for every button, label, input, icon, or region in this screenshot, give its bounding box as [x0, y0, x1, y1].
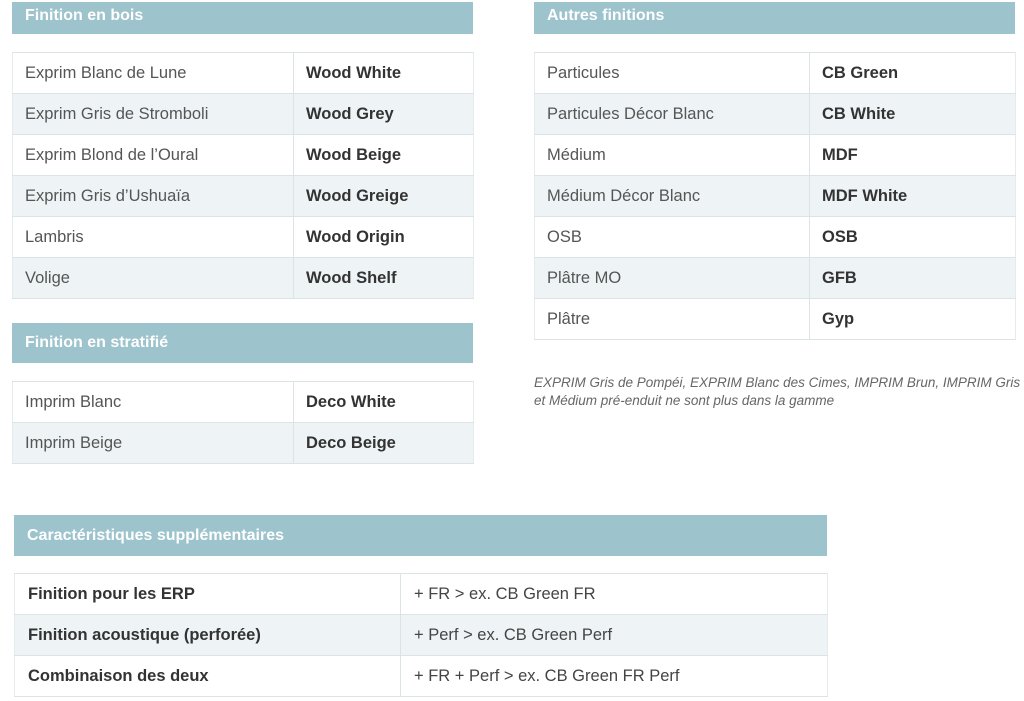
- wood-finishes-header: Finition en bois: [12, 2, 473, 34]
- feature-name: Combinaison des deux: [14, 655, 401, 697]
- other-finishes-table: Particules CB Green Particules Décor Blan…: [534, 52, 1016, 340]
- finish-code: Wood Shelf: [293, 257, 474, 299]
- laminate-finishes-header: Finition en stratifié: [12, 323, 473, 363]
- finish-name: Volige: [12, 257, 294, 299]
- finish-code: Wood Beige: [293, 134, 474, 176]
- finish-code: GFB: [809, 257, 1016, 299]
- finish-code: Wood Origin: [293, 216, 474, 258]
- laminate-finishes-section: Finition en stratifié Imprim Blanc Deco W…: [12, 323, 474, 464]
- table-row: Exprim Gris d’Ushuaïa Wood Greige: [12, 175, 474, 217]
- table-row: Plâtre MO GFB: [534, 257, 1016, 299]
- extra-features-header: Caractéristiques supplémentaires: [14, 515, 827, 556]
- finish-code: Wood Grey: [293, 93, 474, 135]
- feature-name: Finition acoustique (perforée): [14, 614, 401, 656]
- finish-name: Exprim Blond de l’Oural: [12, 134, 294, 176]
- table-row: OSB OSB: [534, 216, 1016, 258]
- extra-features-section: Caractéristiques supplémentaires Finitio…: [14, 515, 828, 697]
- finish-code: MDF: [809, 134, 1016, 176]
- finish-name: Exprim Blanc de Lune: [12, 52, 294, 94]
- finish-code: MDF White: [809, 175, 1016, 217]
- feature-example: + FR > ex. CB Green FR: [400, 573, 828, 615]
- finish-code: OSB: [809, 216, 1016, 258]
- finish-name: Médium: [534, 134, 810, 176]
- finish-code: CB Green: [809, 52, 1016, 94]
- table-row: Particules Décor Blanc CB White: [534, 93, 1016, 135]
- wood-finishes-table: Exprim Blanc de Lune Wood White Exprim Gr…: [12, 52, 474, 299]
- table-row: Lambris Wood Origin: [12, 216, 474, 258]
- feature-example: + Perf > ex. CB Green Perf: [400, 614, 828, 656]
- feature-name: Finition pour les ERP: [14, 573, 401, 615]
- table-row: Exprim Blond de l’Oural Wood Beige: [12, 134, 474, 176]
- finish-name: Particules Décor Blanc: [534, 93, 810, 135]
- finish-code: Deco White: [293, 381, 474, 423]
- wood-finishes-section: Finition en bois Exprim Blanc de Lune Woo…: [12, 2, 474, 299]
- table-row: Plâtre Gyp: [534, 298, 1016, 340]
- finish-name: Imprim Beige: [12, 422, 294, 464]
- table-row: Exprim Blanc de Lune Wood White: [12, 52, 474, 94]
- finish-name: Particules: [534, 52, 810, 94]
- finish-name: Médium Décor Blanc: [534, 175, 810, 217]
- finish-code: Wood Greige: [293, 175, 474, 217]
- table-row: Imprim Blanc Deco White: [12, 381, 474, 423]
- finish-name: Plâtre MO: [534, 257, 810, 299]
- table-row: Particules CB Green: [534, 52, 1016, 94]
- table-row: Exprim Gris de Stromboli Wood Grey: [12, 93, 474, 135]
- other-finishes-header: Autres finitions: [534, 2, 1015, 34]
- table-row: Imprim Beige Deco Beige: [12, 422, 474, 464]
- extra-features-table: Finition pour les ERP + FR > ex. CB Green…: [14, 573, 828, 697]
- finish-code: CB White: [809, 93, 1016, 135]
- finish-name: Exprim Gris de Stromboli: [12, 93, 294, 135]
- finish-code: Wood White: [293, 52, 474, 94]
- finish-name: Plâtre: [534, 298, 810, 340]
- table-row: Finition acoustique (perforée) + Perf > e…: [14, 614, 828, 656]
- finish-name: OSB: [534, 216, 810, 258]
- laminate-finishes-table: Imprim Blanc Deco White Imprim Beige Deco …: [12, 381, 474, 464]
- finish-name: Imprim Blanc: [12, 381, 294, 423]
- table-row: Volige Wood Shelf: [12, 257, 474, 299]
- finish-code: Deco Beige: [293, 422, 474, 464]
- table-row: Combinaison des deux + FR + Perf > ex. CB…: [14, 655, 828, 697]
- finish-name: Exprim Gris d’Ushuaïa: [12, 175, 294, 217]
- discontinued-note: EXPRIM Gris de Pompéi, EXPRIM Blanc des …: [534, 375, 1021, 408]
- table-row: Finition pour les ERP + FR > ex. CB Green…: [14, 573, 828, 615]
- finish-name: Lambris: [12, 216, 294, 258]
- feature-example: + FR + Perf > ex. CB Green FR Perf: [400, 655, 828, 697]
- finish-code: Gyp: [809, 298, 1016, 340]
- other-finishes-section: Autres finitions Particules CB Green Part…: [534, 2, 1016, 340]
- table-row: Médium MDF: [534, 134, 1016, 176]
- table-row: Médium Décor Blanc MDF White: [534, 175, 1016, 217]
